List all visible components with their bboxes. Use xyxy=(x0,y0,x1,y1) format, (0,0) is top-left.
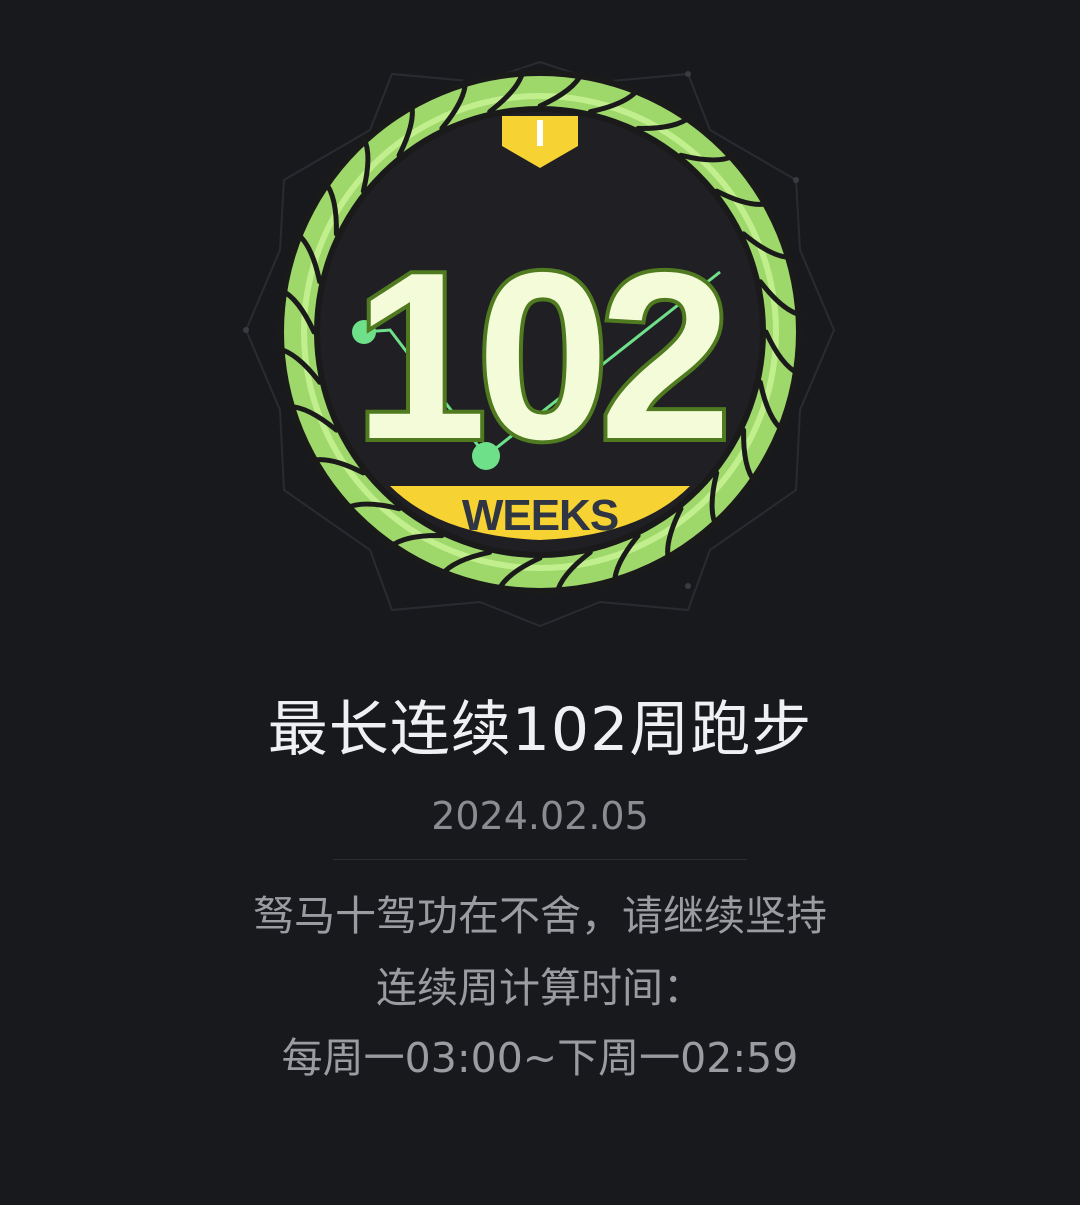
divider xyxy=(333,859,747,860)
rule-time-range: 每周一03:00~下周一02:59 xyxy=(281,1034,799,1082)
motto-text: 驽马十驾功在不舍，请继续坚持 xyxy=(253,892,827,940)
rule-label: 连续周计算时间： xyxy=(376,964,704,1012)
badge-unit-label: WEEKS xyxy=(462,491,618,540)
badge-week-count: 102 xyxy=(354,224,722,489)
streak-badge: 102 WEEKS xyxy=(243,60,836,628)
achievement-title: 最长连续102周跑步 xyxy=(267,695,813,765)
achievement-page: 102 WEEKS 最长连续102周跑步 2024.02.05 驽马十驾功在不舍… xyxy=(0,0,1080,1205)
achievement-date: 2024.02.05 xyxy=(431,794,649,838)
